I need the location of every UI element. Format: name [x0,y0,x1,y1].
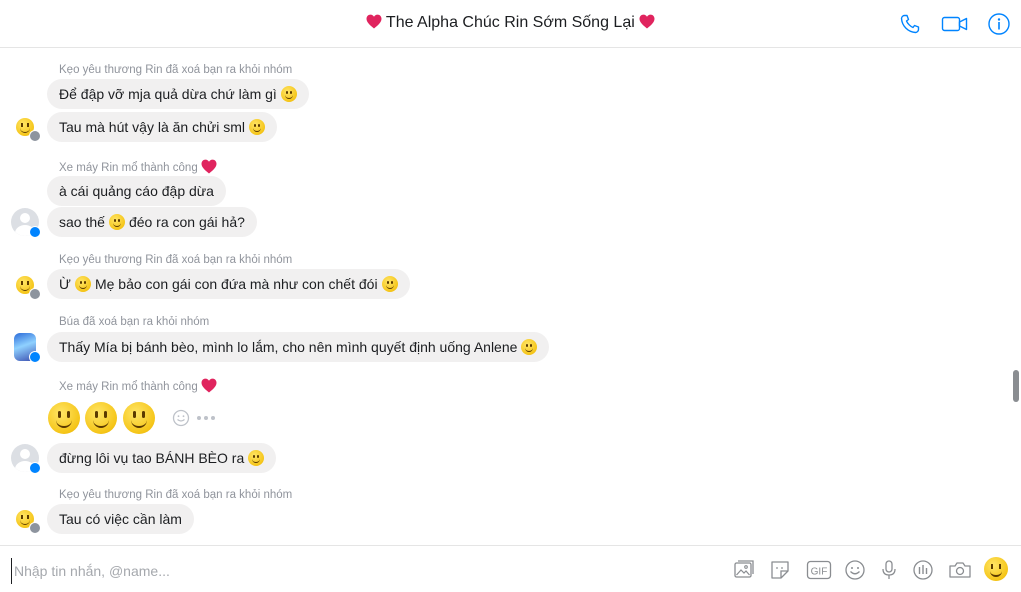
sender-name: Kẹo yêu thương Rin đã xoá bạn ra khỏi nh… [59,64,293,76]
smiley-emoji-icon [248,450,265,466]
messenger-badge-icon [29,462,41,474]
message-text: Thấy Mía bị bánh bèo, mình lo lắm, cho n… [59,339,518,355]
heart-icon [201,378,217,393]
message-bubble[interactable]: sao thế đéo ra con gái hả? [47,207,257,237]
message-text: à cái quảng cáo đập dừa [59,183,214,199]
large-smiley-emoji-icon[interactable] [48,402,80,434]
message-input[interactable] [11,558,616,584]
message-bubble[interactable]: Để đập vỡ mja quả dừa chứ làm gì [47,79,309,109]
svg-text:GIF: GIF [811,567,828,578]
sender-name: Kẹo yêu thương Rin đã xoá bạn ra khỏi nh… [59,254,293,266]
message-bubble[interactable]: Tau mà hút vậy là ăn chửi sml [47,112,278,142]
smiley-emoji-icon [74,276,91,292]
large-smiley-emoji-icon[interactable] [123,402,155,434]
message-text: Mẹ bảo con gái con đứa mà như con chết đ… [94,276,378,292]
sender-name: Xe máy Rin mổ thành công [59,381,198,393]
message-text: Để đập vỡ mja quả dừa chứ làm gì [59,86,277,102]
message-text: sao thế [59,214,105,230]
facebook-badge-icon [29,522,41,534]
smiley-emoji-icon [108,214,125,230]
image-icon[interactable] [732,558,756,582]
smiley-emoji-icon [249,119,266,135]
sticker-icon[interactable] [768,558,792,582]
message-list[interactable]: Kẹo yêu thương Rin đã xoá bạn ra khỏi nh… [0,49,1010,544]
emoji-icon[interactable] [843,558,867,582]
more-options-icon[interactable] [196,415,216,421]
messenger-badge-icon [29,351,41,363]
message-bubble[interactable]: à cái quảng cáo đập dừa [47,176,226,206]
heart-icon [639,14,655,29]
large-smiley-emoji-icon[interactable] [85,402,117,434]
message-bubble[interactable]: đừng lôi vụ tao BÁNH BÈO ra [47,443,277,473]
conversation-title[interactable]: The Alpha Chúc Rin Sớm Sống Lại [386,14,635,31]
conversation-header: The Alpha Chúc Rin Sớm Sống Lại [0,0,1021,48]
sender-name: Búa đã xoá bạn ra khỏi nhóm [59,316,210,328]
message-composer: GIF [0,545,1021,592]
smiley-emoji-icon [521,339,538,355]
message-text: Tau có việc cần làm [59,511,182,527]
facebook-badge-icon [29,130,41,142]
scrollbar-thumb[interactable] [1013,370,1019,402]
phone-icon[interactable] [898,12,922,36]
gif-icon[interactable]: GIF [806,558,832,582]
message-text: Tau mà hút vậy là ăn chửi sml [59,119,246,135]
microphone-icon[interactable] [877,558,901,582]
like-emoji-icon[interactable] [984,557,1008,581]
heart-icon [366,14,382,29]
message-text: đéo ra con gái hả? [128,214,245,230]
poll-icon[interactable] [911,558,935,582]
info-icon[interactable] [987,12,1011,36]
smiley-emoji-icon [381,276,398,292]
sender-name-wrap: Xe máy Rin mổ thành công [59,378,217,393]
sender-name-wrap: Xe máy Rin mổ thành công [59,159,217,174]
sender-name: Xe máy Rin mổ thành công [59,162,198,174]
heart-icon [201,159,217,174]
message-text: Ừ [59,276,71,292]
video-camera-icon[interactable] [941,12,969,36]
camera-icon[interactable] [947,558,973,582]
message-text: đừng lôi vụ tao BÁNH BÈO ra [59,450,245,466]
conversation-title-wrap: The Alpha Chúc Rin Sớm Sống Lại [0,14,1021,32]
react-emoji-icon[interactable] [172,409,190,427]
smiley-emoji-icon [280,86,297,102]
message-bubble[interactable]: Ừ Mẹ bảo con gái con đứa mà như con chết … [47,269,410,299]
messenger-badge-icon [29,226,41,238]
message-bubble[interactable]: Thấy Mía bị bánh bèo, mình lo lắm, cho n… [47,332,550,362]
facebook-badge-icon [29,288,41,300]
sender-name: Kẹo yêu thương Rin đã xoá bạn ra khỏi nh… [59,489,293,501]
message-bubble[interactable]: Tau có việc cần làm [47,504,194,534]
